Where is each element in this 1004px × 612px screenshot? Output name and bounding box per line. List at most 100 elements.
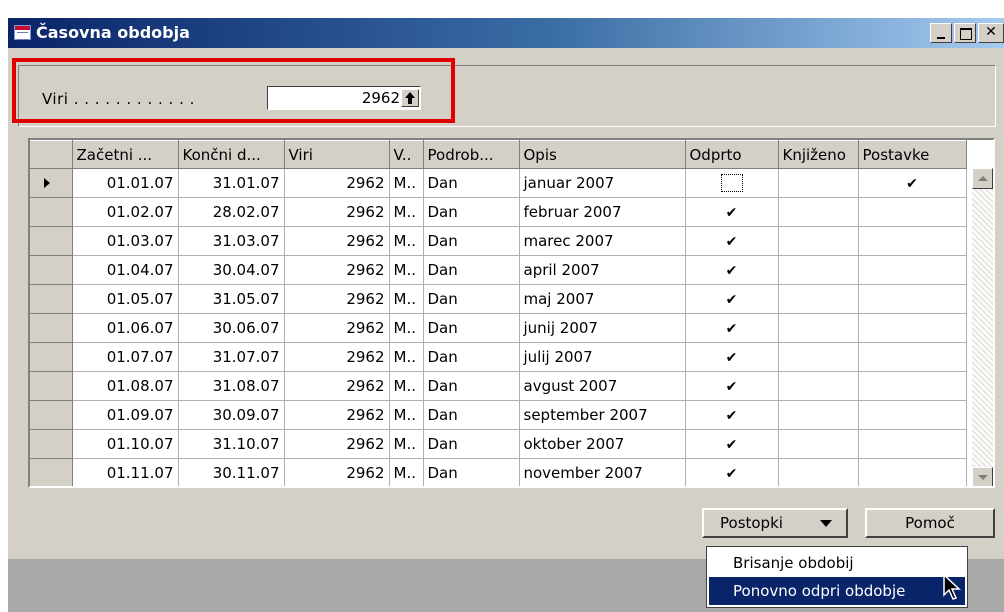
viri-input[interactable]: 2962 [267, 86, 421, 110]
open-cell[interactable]: ✔ [685, 197, 779, 227]
entries-cell[interactable] [858, 197, 967, 227]
description-cell[interactable]: maj 2007 [519, 284, 686, 314]
posted-cell[interactable] [778, 342, 859, 372]
end-date-cell[interactable]: 30.09.07 [178, 400, 285, 430]
posted-cell[interactable] [778, 197, 859, 227]
table-row[interactable]: 01.11.07 30.11.07 2962 M.. Dan november 2007 ✔ [30, 458, 967, 486]
actions-button[interactable]: Postopki [702, 508, 848, 538]
viri-cell[interactable]: 2962 [284, 313, 390, 343]
row-selector[interactable] [30, 197, 73, 227]
end-date-cell[interactable]: 28.02.07 [178, 197, 285, 227]
posted-cell[interactable] [778, 313, 859, 343]
detail-cell[interactable]: Dan [423, 168, 520, 198]
column-header-viri[interactable]: Viri [284, 140, 390, 169]
title-bar[interactable]: Časovna obdobja ✕ [8, 18, 1004, 48]
menu-item-delete-periods[interactable]: Brisanje obdobij [709, 549, 965, 577]
detail-cell[interactable]: Dan [423, 458, 520, 486]
entries-cell[interactable] [858, 458, 967, 486]
start-date-cell[interactable]: 01.08.07 [72, 371, 179, 401]
v-cell[interactable]: M.. [389, 168, 424, 198]
table-row[interactable]: 01.05.07 31.05.07 2962 M.. Dan maj 2007 ✔ [30, 284, 967, 314]
detail-cell[interactable]: Dan [423, 284, 520, 314]
column-header-end[interactable]: Končni d... [178, 140, 285, 169]
entries-cell[interactable] [858, 313, 967, 343]
start-date-cell[interactable]: 01.10.07 [72, 429, 179, 459]
v-cell[interactable]: M.. [389, 226, 424, 256]
table-row[interactable]: 01.09.07 30.09.07 2962 M.. Dan september 2007… [30, 400, 967, 430]
start-date-cell[interactable]: 01.02.07 [72, 197, 179, 227]
start-date-cell[interactable]: 01.09.07 [72, 400, 179, 430]
row-selector[interactable] [30, 458, 73, 486]
v-cell[interactable]: M.. [389, 429, 424, 459]
focused-checkbox[interactable] [720, 174, 743, 193]
detail-cell[interactable]: Dan [423, 371, 520, 401]
detail-cell[interactable]: Dan [423, 255, 520, 285]
row-selector[interactable] [30, 429, 73, 459]
column-header-open[interactable]: Odprto [685, 140, 779, 169]
column-header-posted[interactable]: Knjiženo [778, 140, 859, 169]
column-header-entries[interactable]: Postavke [858, 140, 967, 169]
posted-cell[interactable] [778, 371, 859, 401]
open-cell[interactable]: ✔ [685, 226, 779, 256]
viri-cell[interactable]: 2962 [284, 197, 390, 227]
entries-cell[interactable] [858, 400, 967, 430]
posted-cell[interactable] [778, 168, 859, 198]
viri-cell[interactable]: 2962 [284, 342, 390, 372]
description-cell[interactable]: februar 2007 [519, 197, 686, 227]
end-date-cell[interactable]: 31.08.07 [178, 371, 285, 401]
minimize-button[interactable] [930, 23, 952, 43]
start-date-cell[interactable]: 01.01.07 [72, 168, 179, 198]
detail-cell[interactable]: Dan [423, 400, 520, 430]
table-row[interactable]: 01.10.07 31.10.07 2962 M.. Dan oktober 2007 ✔ [30, 429, 967, 459]
row-selector[interactable] [30, 255, 73, 285]
row-selector[interactable] [30, 371, 73, 401]
detail-cell[interactable]: Dan [423, 226, 520, 256]
table-row[interactable]: 01.06.07 30.06.07 2962 M.. Dan junij 2007 ✔ [30, 313, 967, 343]
viri-cell[interactable]: 2962 [284, 458, 390, 486]
table-row[interactable]: 01.01.07 31.01.07 2962 M.. Dan januar 2007 ✔ [30, 168, 967, 198]
row-selector[interactable] [30, 313, 73, 343]
help-button[interactable]: Pomoč [865, 508, 995, 538]
open-cell[interactable]: ✔ [685, 313, 779, 343]
menu-item-reopen-period[interactable]: Ponovno odpri obdobje [709, 577, 965, 605]
table-row[interactable]: 01.04.07 30.04.07 2962 M.. Dan april 2007 ✔ [30, 255, 967, 285]
entries-cell[interactable] [858, 371, 967, 401]
open-cell[interactable]: ✔ [685, 284, 779, 314]
start-date-cell[interactable]: 01.11.07 [72, 458, 179, 486]
start-date-cell[interactable]: 01.04.07 [72, 255, 179, 285]
row-selector[interactable] [30, 168, 73, 198]
column-header-detail[interactable]: Podrob... [423, 140, 520, 169]
end-date-cell[interactable]: 31.03.07 [178, 226, 285, 256]
viri-cell[interactable]: 2962 [284, 371, 390, 401]
start-date-cell[interactable]: 01.03.07 [72, 226, 179, 256]
description-cell[interactable]: april 2007 [519, 255, 686, 285]
description-cell[interactable]: junij 2007 [519, 313, 686, 343]
description-cell[interactable]: oktober 2007 [519, 429, 686, 459]
column-header-description[interactable]: Opis [519, 140, 686, 169]
posted-cell[interactable] [778, 400, 859, 430]
detail-cell[interactable]: Dan [423, 429, 520, 459]
posted-cell[interactable] [778, 429, 859, 459]
entries-cell[interactable] [858, 284, 967, 314]
viri-cell[interactable]: 2962 [284, 226, 390, 256]
detail-cell[interactable]: Dan [423, 197, 520, 227]
v-cell[interactable]: M.. [389, 400, 424, 430]
column-header-start[interactable]: Začetni ... [72, 140, 179, 169]
table-row[interactable]: 01.02.07 28.02.07 2962 M.. Dan februar 2007 ✔ [30, 197, 967, 227]
detail-cell[interactable]: Dan [423, 313, 520, 343]
entries-cell[interactable] [858, 429, 967, 459]
start-date-cell[interactable]: 01.06.07 [72, 313, 179, 343]
viri-cell[interactable]: 2962 [284, 168, 390, 198]
open-cell[interactable]: ✔ [685, 255, 779, 285]
start-date-cell[interactable]: 01.05.07 [72, 284, 179, 314]
row-selector[interactable] [30, 400, 73, 430]
description-cell[interactable]: avgust 2007 [519, 371, 686, 401]
v-cell[interactable]: M.. [389, 458, 424, 486]
description-cell[interactable]: september 2007 [519, 400, 686, 430]
viri-cell[interactable]: 2962 [284, 255, 390, 285]
row-selector[interactable] [30, 284, 73, 314]
viri-cell[interactable]: 2962 [284, 400, 390, 430]
end-date-cell[interactable]: 31.07.07 [178, 342, 285, 372]
row-selector[interactable] [30, 342, 73, 372]
open-cell[interactable]: ✔ [685, 429, 779, 459]
